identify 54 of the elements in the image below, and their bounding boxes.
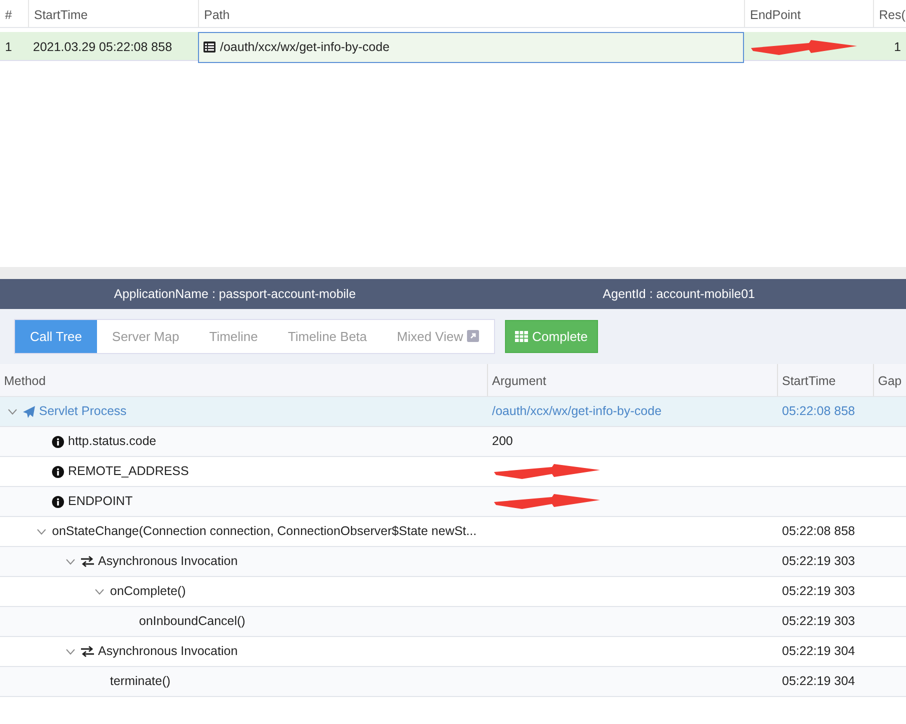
tree-row[interactable]: ENDPOINT [0,487,906,517]
column-header: Gap [873,364,906,396]
agent-id: AgentId : account-mobile01 [602,286,755,303]
argument-value: 200 [492,433,513,450]
column-header: StartTime [28,0,198,27]
method-name: onInboundCancel() [139,613,246,630]
column-header: # [4,7,13,24]
method-name: REMOTE_ADDRESS [68,463,189,480]
table-cell-text: 1 [893,39,902,56]
method-name: http.status.code [68,433,156,450]
method-name: Asynchronous Invocation [98,553,238,570]
path-text: /oauth/xcx/wx/get-info-by-code [220,39,390,56]
table-cell-text: 1 [4,39,13,56]
path-cell[interactable]: /oauth/xcx/wx/get-info-by-code [198,32,744,63]
collapse-caret-icon[interactable] [8,408,16,414]
method-name: terminate() [110,673,170,690]
argument-value: /oauth/xcx/wx/get-info-by-code [492,403,662,420]
column-header: Path [198,0,744,27]
collapse-caret-icon[interactable] [66,648,74,654]
method-name: onComplete() [110,583,186,600]
column-header: StartTime [777,364,873,396]
collapse-caret-icon[interactable] [94,588,104,594]
method-name: ENDPOINT [68,493,133,510]
start-time: 05:22:08 858 [782,523,855,540]
start-time: 05:22:19 304 [782,643,855,660]
collapse-caret-icon[interactable] [66,558,74,564]
info-icon [52,436,64,448]
table-row[interactable]: 1 2021.03.29 05:22:08 858 /oauth/xcx/wx/get-info-by-code 1 [0,32,906,61]
method-name: Asynchronous Invocation [98,643,238,660]
collapse-caret-icon[interactable] [36,528,46,534]
start-time: 05:22:19 304 [782,673,855,690]
column-header: EndPoint [744,0,873,27]
tree-row[interactable]: http.status.code 200 [0,427,906,457]
info-icon [52,466,64,478]
start-time: 05:22:19 303 [782,583,855,600]
table-cell-text: 2021.03.29 05:22:08 858 [32,39,174,56]
column-header: Res( [873,0,906,27]
tree-row[interactable]: terminate() 05:22:19 304 [0,667,906,697]
info-icon [52,496,64,508]
tree-row[interactable]: Asynchronous Invocation 05:22:19 303 [0,547,906,577]
exchange-icon [81,556,94,567]
tree-row[interactable]: onInboundCancel() 05:22:19 303 [0,607,906,637]
start-time: 05:22:08 858 [782,403,855,420]
method-name: Servlet Process [39,403,127,420]
application-name: ApplicationName : passport-account-mobile [114,286,356,303]
table-icon [515,331,528,342]
exchange-icon [81,646,94,657]
method-name: onStateChange(Connection connection, ConnectionObserver$State newSt... [52,523,477,540]
column-header: Argument [487,364,777,396]
start-time: 05:22:19 303 [782,613,855,630]
start-time: 05:22:19 303 [782,553,855,570]
column-header: Method [3,373,47,390]
list-icon [203,41,216,54]
send-icon [23,406,35,418]
